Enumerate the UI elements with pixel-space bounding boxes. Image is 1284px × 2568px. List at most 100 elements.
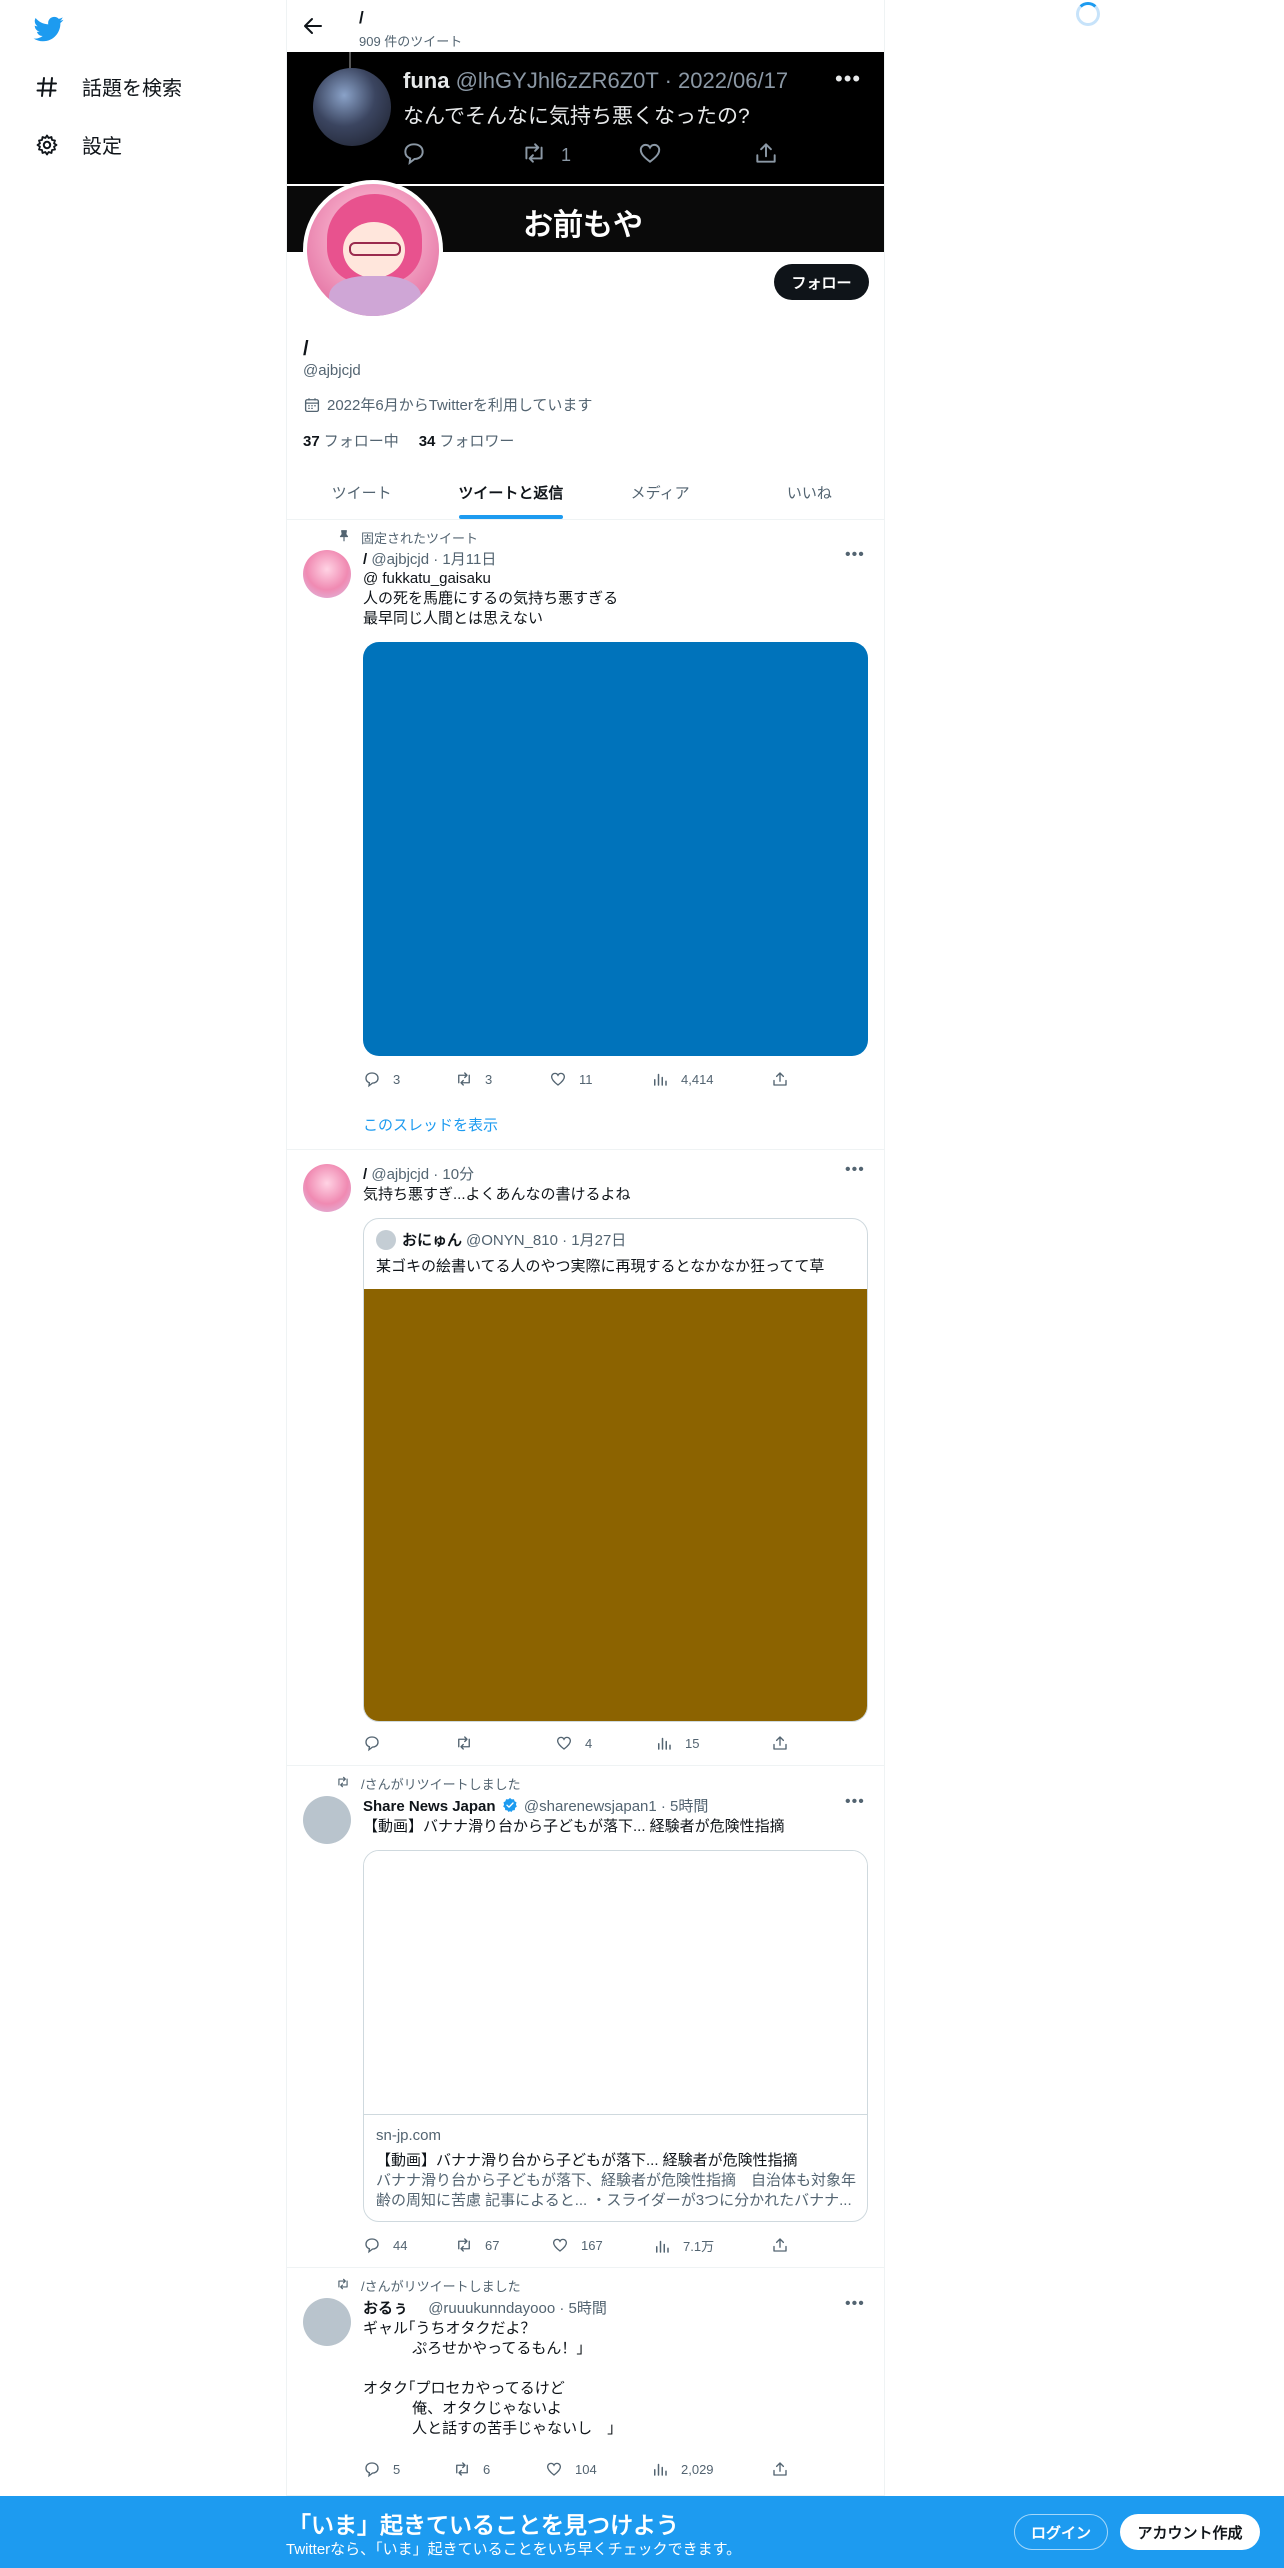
reply-icon <box>365 1736 379 1752</box>
gear-icon <box>34 132 60 158</box>
share-icon <box>773 1736 787 1750</box>
more-icon[interactable]: ••• <box>845 1793 865 1811</box>
following-link[interactable]: 37 フォロー中 <box>303 430 399 451</box>
login-button[interactable]: ログイン <box>1014 2514 1108 2550</box>
avatar[interactable] <box>303 1164 351 1212</box>
tweet-retweet-text[interactable]: /さんがリツイートしました おるぅ @ruuukunndayooo · 5時間 … <box>287 2268 884 2496</box>
signup-prompt-bar: 「いま」起きていることを見つけよう Twitterなら、「いま」起きていることを… <box>0 2496 1284 2568</box>
share-button[interactable] <box>771 2460 801 2478</box>
sidebar-item-explore[interactable]: 話題を検索 <box>34 72 182 101</box>
retweet-count: 3 <box>485 1071 493 1087</box>
profile-handle: @ajbjcjd <box>303 362 361 379</box>
tab-likes[interactable]: いいね <box>735 466 884 519</box>
like-count: 167 <box>581 2237 603 2253</box>
banner-retweet: 1 <box>519 140 571 171</box>
retweet-button[interactable]: 3 <box>455 1070 492 1088</box>
profile-tabs: ツイート ツイートと返信 メディア いいね <box>287 466 884 520</box>
share-button[interactable] <box>771 1070 801 1088</box>
tweet-media-image[interactable] <box>363 642 868 1056</box>
retweet-button[interactable]: 67 <box>455 2236 499 2254</box>
like-button[interactable]: 167 <box>551 2236 603 2254</box>
tab-tweets[interactable]: ツイート <box>287 466 436 519</box>
avatar[interactable] <box>303 550 351 598</box>
twitter-logo-icon[interactable] <box>32 14 66 44</box>
tweet-header: Share News Japan @sharenewsjapan1 · 5時間 <box>363 1795 708 1816</box>
quoted-avatar <box>376 1229 396 1250</box>
retweet-button[interactable] <box>455 1734 485 1752</box>
views-button[interactable]: 2,029 <box>651 2460 714 2478</box>
avatar[interactable] <box>303 2298 351 2346</box>
more-icon[interactable]: ••• <box>845 546 865 564</box>
share-icon <box>773 2238 787 2252</box>
retweet-icon <box>335 2277 351 2294</box>
tab-media[interactable]: メディア <box>586 466 735 519</box>
show-thread-link[interactable]: このスレッドを表示 <box>363 1114 498 1135</box>
banner-avatar <box>313 68 391 146</box>
author-meta[interactable]: @ajbjcjd · 1月11日 <box>371 551 496 568</box>
more-icon[interactable]: ••• <box>845 2295 865 2313</box>
pinned-label: 固定されたツイート <box>335 528 478 547</box>
reply-count: 3 <box>393 1071 401 1087</box>
tweet-actions: 5 6 104 2,029 <box>363 2460 803 2480</box>
link-card[interactable]: sn-jp.com 【動画】バナナ滑り台から子どもが落下... 経験者が危険性指… <box>363 1850 868 2222</box>
retweet-count: 67 <box>485 2237 500 2253</box>
heart-icon <box>556 1736 572 1750</box>
heart-icon <box>546 2462 562 2476</box>
like-button[interactable]: 11 <box>549 1070 593 1088</box>
retweet-button[interactable]: 6 <box>453 2460 490 2478</box>
like-button[interactable]: 104 <box>545 2460 597 2478</box>
avatar[interactable] <box>303 1796 351 1844</box>
quoted-media-image[interactable] <box>364 1289 867 1721</box>
tweet-actions: 44 67 167 7.1万 <box>363 2236 803 2256</box>
social-context-text: /さんがリツイートしました <box>361 2279 521 2294</box>
tweet-quote[interactable]: / @ajbjcjd · 10分 ••• 気持ち悪すぎ...よくあんなの書けるよ… <box>287 1150 884 1766</box>
tweet-retweet-news[interactable]: /さんがリツイートしました Share News Japan @sharenew… <box>287 1766 884 2268</box>
retweet-context: /さんがリツイートしました <box>335 1774 521 1793</box>
banner-author-name: funa <box>403 68 450 93</box>
author-meta[interactable]: @ruuukunndayooo · 5時間 <box>428 2300 607 2317</box>
author-meta[interactable]: @sharenewsjapan1 · 5時間 <box>524 1798 708 1815</box>
social-context-text: 固定されたツイート <box>361 531 479 546</box>
banner-share-icon <box>753 140 779 166</box>
reply-count: 5 <box>393 2461 401 2477</box>
following-label: フォロー中 <box>323 433 399 450</box>
quoted-author-meta: @ONYN_810 · 1月27日 <box>466 1232 627 1249</box>
author-name[interactable]: Share News Japan <box>363 1798 496 1815</box>
hashtag-icon <box>34 74 60 100</box>
views-count: 15 <box>685 1735 700 1751</box>
tweet-header: おるぅ @ruuukunndayooo · 5時間 <box>363 2297 607 2318</box>
sidebar-item-settings[interactable]: 設定 <box>34 130 122 159</box>
views-button[interactable]: 7.1万 <box>653 2236 714 2255</box>
author-name[interactable]: おるぅ <box>363 2300 408 2317</box>
quoted-tweet[interactable]: おにゅん @ONYN_810 · 1月27日 某ゴキの絵書いてる人のやつ実際に再… <box>363 1218 868 1722</box>
reply-button[interactable] <box>363 1734 393 1752</box>
banner-reply-icon <box>401 140 427 166</box>
profile-header-bar: / 909 件のツイート <box>287 0 884 52</box>
followers-link[interactable]: 34 フォロワー <box>419 430 515 451</box>
like-count: 104 <box>575 2461 597 2477</box>
share-button[interactable] <box>771 2236 801 2254</box>
analytics-icon <box>656 2240 669 2253</box>
back-arrow-icon[interactable] <box>301 14 325 38</box>
tweet-text: ギャル｢うちオタクだよ？ ぷろせかやってるもん！｣ オタク｢プロセカやってるけど… <box>363 2320 615 2437</box>
more-icon[interactable]: ••• <box>845 1161 865 1179</box>
reply-button[interactable]: 3 <box>363 1070 400 1088</box>
reply-button[interactable]: 5 <box>363 2460 400 2478</box>
signup-bar-subtitle: Twitterなら、「いま」起きていることをいち早くチェックできます。 <box>286 2541 742 2558</box>
views-button[interactable]: 4,414 <box>651 1070 714 1088</box>
views-button[interactable]: 15 <box>655 1734 699 1752</box>
author-meta[interactable]: @ajbjcjd · 10分 <box>371 1166 474 1183</box>
tab-tweets-and-replies[interactable]: ツイートと返信 <box>436 466 585 519</box>
create-account-button[interactable]: アカウント作成 <box>1120 2514 1260 2550</box>
like-button[interactable]: 4 <box>555 1734 592 1752</box>
tweet-pinned[interactable]: 固定されたツイート / @ajbjcjd · 1月11日 ••• @ fukka… <box>287 520 884 1150</box>
share-button[interactable] <box>771 1734 801 1752</box>
author-name[interactable]: / <box>363 551 367 568</box>
reply-button[interactable]: 44 <box>363 2236 407 2254</box>
like-count: 11 <box>579 1071 593 1087</box>
follow-button[interactable]: フォロー <box>774 264 869 300</box>
profile-avatar[interactable] <box>303 180 443 320</box>
reply-icon <box>365 1072 379 1088</box>
author-name[interactable]: / <box>363 1166 367 1183</box>
banner-tweet-text: なんでそんなに気持ち悪くなったの? <box>403 105 750 128</box>
